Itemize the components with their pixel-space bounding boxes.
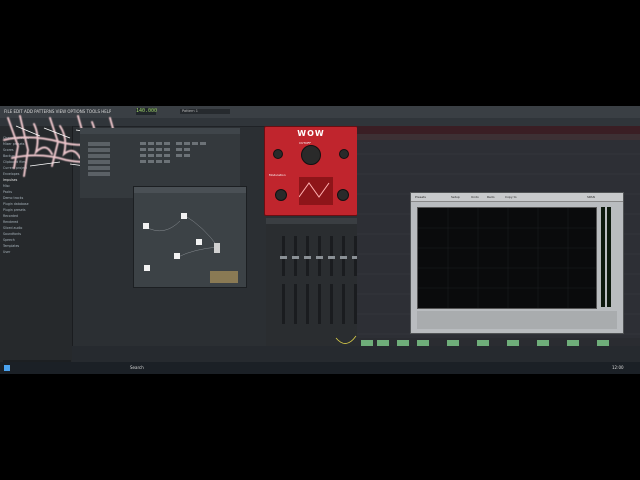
redo-button[interactable]: Redo xyxy=(487,195,495,199)
browser-item[interactable]: Speech xyxy=(3,238,69,242)
browser-item[interactable]: Demo tracks xyxy=(3,196,69,200)
automation-lane xyxy=(72,346,640,362)
level-meter-right xyxy=(607,207,611,307)
browser-item[interactable]: Packs xyxy=(3,190,69,194)
browser-item[interactable]: Rendered xyxy=(3,220,69,224)
span-analyzer-plugin: Presets Setup Undo Redo Copy to SPAN xyxy=(410,192,624,334)
browser-item[interactable]: Plugin database xyxy=(3,202,69,206)
windows-icon[interactable] xyxy=(4,365,10,371)
taskbar-search[interactable]: Search xyxy=(130,365,144,370)
pattern-selector[interactable]: Pattern 1 xyxy=(180,109,230,114)
plugin-title: WOW xyxy=(297,129,325,138)
statistics-panel xyxy=(417,311,617,329)
cutoff-knob[interactable] xyxy=(301,145,321,165)
undo-button[interactable]: Undo xyxy=(471,195,479,199)
setup-button[interactable]: Setup xyxy=(451,195,460,199)
browser-item[interactable]: Soundfonts xyxy=(3,232,69,236)
playlist-header xyxy=(357,126,640,134)
presets-button[interactable]: Presets xyxy=(415,195,426,199)
clock: 12:00 xyxy=(612,365,624,370)
browser-item[interactable]: Recorded xyxy=(3,214,69,218)
browser-item[interactable]: Plugin presets xyxy=(3,208,69,212)
spectrum-display[interactable] xyxy=(417,207,597,309)
wow-filter-plugin: WOW CUTOFF Modulation xyxy=(264,126,358,216)
taskbar: Search 12:00 xyxy=(0,362,640,374)
drive-knob[interactable] xyxy=(339,149,349,159)
browser-item[interactable]: Misc xyxy=(3,184,69,188)
mod-depth-knob[interactable] xyxy=(337,189,349,201)
mod-shape-display[interactable] xyxy=(299,177,333,205)
tempo-display[interactable]: 140.000 xyxy=(136,108,157,115)
fl-studio-window: FILE EDIT ADD PATTERNS VIEW OPTIONS TOOL… xyxy=(0,106,640,374)
resonance-knob[interactable] xyxy=(273,149,283,159)
browser-item[interactable]: Sliced audio xyxy=(3,226,69,230)
plugin-header: Presets Setup Undo Redo Copy to SPAN xyxy=(411,193,623,202)
modulation-label: Modulation xyxy=(269,173,286,177)
mod-rate-knob[interactable] xyxy=(275,189,287,201)
plugin-title: SPAN xyxy=(587,195,595,199)
copy-to-button[interactable]: Copy to xyxy=(505,195,517,199)
browser-item[interactable]: Templates xyxy=(3,244,69,248)
browser-item[interactable]: User xyxy=(3,250,69,254)
level-meter-left xyxy=(601,207,605,307)
patcher-window xyxy=(133,186,247,288)
